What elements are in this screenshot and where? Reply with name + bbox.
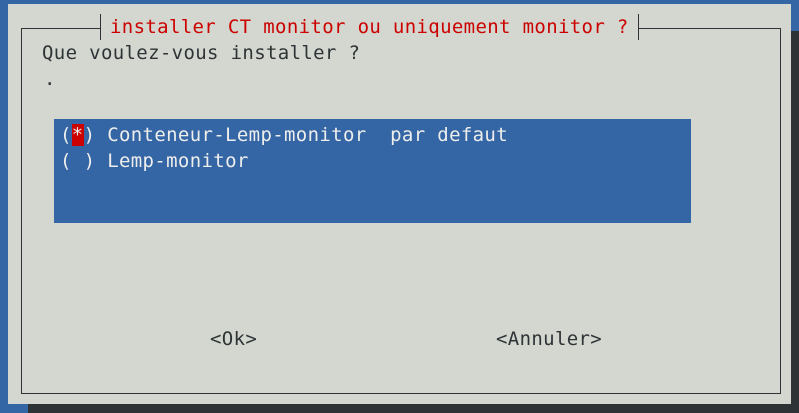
radio-marker: * [71, 124, 84, 146]
radio-option-lemp-monitor[interactable]: ( ) Lemp-monitor [60, 148, 249, 174]
ok-button[interactable]: <Ok> [210, 326, 257, 352]
cancel-button[interactable]: <Annuler> [496, 326, 602, 352]
dialog-prompt: Que voulez-vous installer ? [42, 42, 361, 64]
radio-option-label: Conteneur-Lemp-monitor par defaut [107, 124, 509, 146]
radio-button-unselected[interactable]: ( ) [60, 148, 95, 174]
radiolist-dialog: installer CT monitor ou uniquement monit… [8, 4, 791, 404]
dialog-title-bar: installer CT monitor ou uniquement monit… [100, 14, 639, 40]
radio-option-conteneur-lemp-monitor[interactable]: (*) Conteneur-Lemp-monitor par defaut [60, 122, 508, 148]
radio-list: (*) Conteneur-Lemp-monitor par defaut ( … [54, 119, 691, 223]
radio-marker [72, 150, 84, 172]
dialog-title: installer CT monitor ou uniquement monit… [110, 16, 629, 38]
radio-option-label: Lemp-monitor [107, 150, 249, 172]
title-right-tick [637, 14, 639, 40]
dialog-prompt-continuation: . [44, 68, 56, 90]
radio-button-selected[interactable]: (*) [60, 122, 95, 148]
